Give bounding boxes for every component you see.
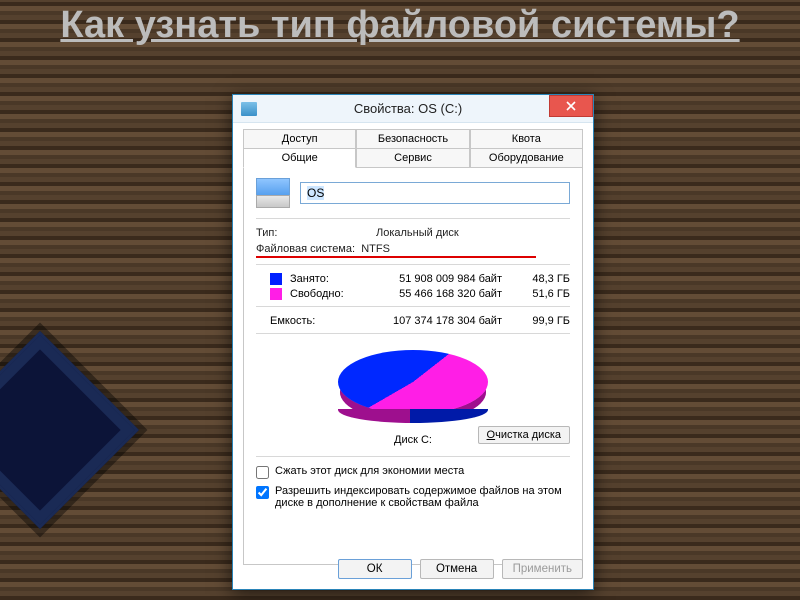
row-filesystem: Файловая система: NTFS <box>256 243 570 258</box>
dialog-window: Свойства: OS (C:) Доступ Безопасность Кв… <box>232 94 594 590</box>
bytes-used: 51 908 009 984 байт <box>352 273 516 285</box>
close-button[interactable] <box>549 95 593 117</box>
row-type: Тип: Локальный диск <box>256 227 570 239</box>
drive-name-input[interactable]: OS <box>300 182 570 204</box>
disk-caption: Диск C: <box>394 434 432 446</box>
separator <box>256 333 570 334</box>
dialog-content: Доступ Безопасность Квота Общие Сервис О… <box>233 123 593 565</box>
checkbox-index[interactable] <box>256 486 269 499</box>
row-index: Разрешить индексировать содержимое файло… <box>256 485 570 509</box>
tab-quota[interactable]: Квота <box>470 129 583 149</box>
tabs-row-lower: Общие Сервис Оборудование <box>243 148 583 167</box>
separator <box>256 264 570 265</box>
label-capacity: Емкость: <box>256 315 356 327</box>
row-free: Свободно: 55 466 168 320 байт 51,6 ГБ <box>256 288 570 300</box>
tab-service[interactable]: Сервис <box>356 148 469 168</box>
row-used: Занято: 51 908 009 984 байт 48,3 ГБ <box>256 273 570 285</box>
label-filesystem: Файловая система: <box>256 243 355 255</box>
tab-hardware[interactable]: Оборудование <box>470 148 583 168</box>
separator <box>256 218 570 219</box>
swatch-used <box>270 273 282 285</box>
label-used: Занято: <box>290 273 352 285</box>
label-compress: Сжать этот диск для экономии места <box>275 465 464 477</box>
titlebar-text: Свойства: OS (C:) <box>263 101 593 116</box>
slide-title: Как узнать тип файловой системы? <box>0 6 800 46</box>
label-type: Тип: <box>256 227 376 239</box>
value-type: Локальный диск <box>376 227 459 239</box>
value-filesystem: NTFS <box>361 243 390 255</box>
label-free: Свободно: <box>290 288 352 300</box>
bytes-free: 55 466 168 320 байт <box>352 288 516 300</box>
apply-button[interactable]: Применить <box>502 559 583 579</box>
ok-button[interactable]: ОК <box>338 559 412 579</box>
checkbox-compress[interactable] <box>256 466 269 479</box>
row-capacity: Емкость: 107 374 178 304 байт 99,9 ГБ <box>256 315 570 327</box>
row-compress: Сжать этот диск для экономии места <box>256 465 570 479</box>
cancel-button[interactable]: Отмена <box>420 559 494 579</box>
slide-decor-diamond <box>0 331 139 529</box>
usage-block: Занято: 51 908 009 984 байт 48,3 ГБ Своб… <box>256 273 570 327</box>
tab-access[interactable]: Доступ <box>243 129 356 149</box>
hr-used: 48,3 ГБ <box>516 273 570 285</box>
titlebar: Свойства: OS (C:) <box>233 95 593 123</box>
button-bar: ОК Отмена Применить <box>233 559 593 579</box>
tab-panel-general: OS Тип: Локальный диск Файловая система:… <box>243 167 583 565</box>
pie-chart <box>338 350 488 414</box>
label-index: Разрешить индексировать содержимое файло… <box>275 485 570 509</box>
tab-general[interactable]: Общие <box>243 148 356 168</box>
swatch-free <box>270 288 282 300</box>
bytes-capacity: 107 374 178 304 байт <box>356 315 516 327</box>
hr-capacity: 99,9 ГБ <box>516 315 570 327</box>
close-icon <box>566 101 576 111</box>
tabs-row-upper: Доступ Безопасность Квота <box>243 129 583 148</box>
disk-cleanup-button[interactable]: Очистка диска <box>478 426 570 444</box>
drive-icon-small <box>241 102 257 116</box>
cleanup-rest: чистка диска <box>495 429 561 441</box>
drive-icon <box>256 178 290 208</box>
cleanup-accel: О <box>487 429 496 441</box>
drive-header-row: OS <box>256 178 570 208</box>
hr-free: 51,6 ГБ <box>516 288 570 300</box>
separator <box>256 306 570 307</box>
drive-name-value: OS <box>307 186 324 200</box>
separator <box>256 456 570 457</box>
tab-security[interactable]: Безопасность <box>356 129 469 149</box>
pie-area: Диск C: Очистка диска <box>256 342 570 450</box>
